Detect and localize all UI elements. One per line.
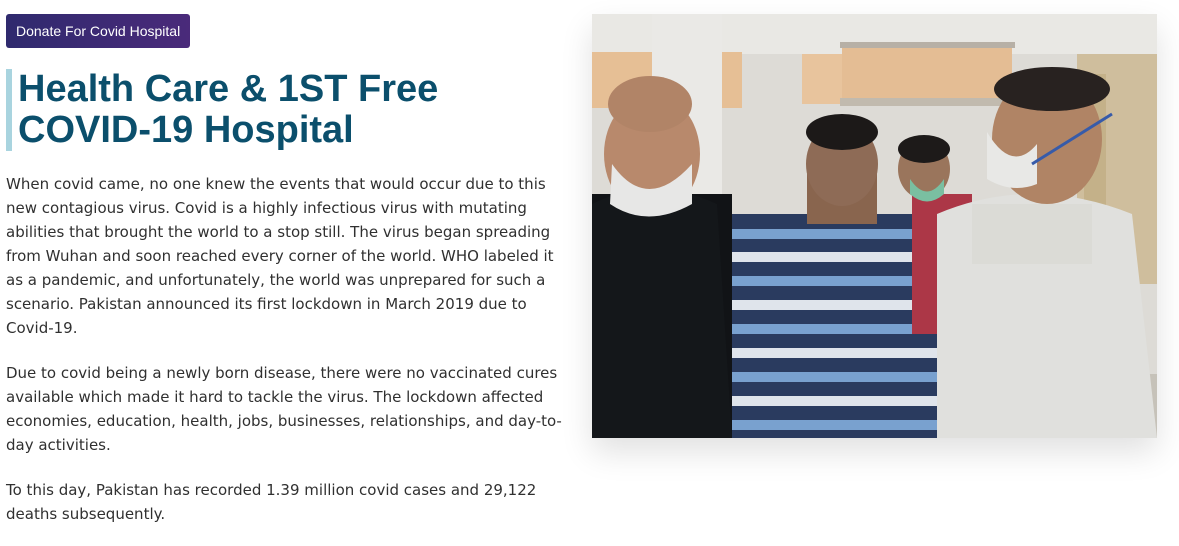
impact-paragraph: Due to covid being a newly born disease,… bbox=[6, 364, 562, 454]
heading-block: Health Care & 1ST Free COVID-19 Hospital bbox=[6, 69, 566, 151]
statistics-paragraph: To this day, Pakistan has recorded 1.39 … bbox=[6, 481, 537, 523]
hospital-staff-photo bbox=[592, 14, 1157, 438]
page-title-line-2: COVID-19 Hospital bbox=[18, 109, 354, 151]
page-title-line-1: Health Care & 1ST Free bbox=[18, 68, 439, 110]
donate-button[interactable]: Donate For Covid Hospital bbox=[6, 14, 191, 48]
intro-paragraph: When covid came, no one knew the events … bbox=[6, 175, 554, 337]
content-column: Donate For Covid Hospital Health Care & … bbox=[6, 14, 566, 526]
page-title: Health Care & 1ST Free COVID-19 Hospital bbox=[18, 69, 458, 151]
hospital-staff-photo-illustration bbox=[592, 14, 1157, 438]
